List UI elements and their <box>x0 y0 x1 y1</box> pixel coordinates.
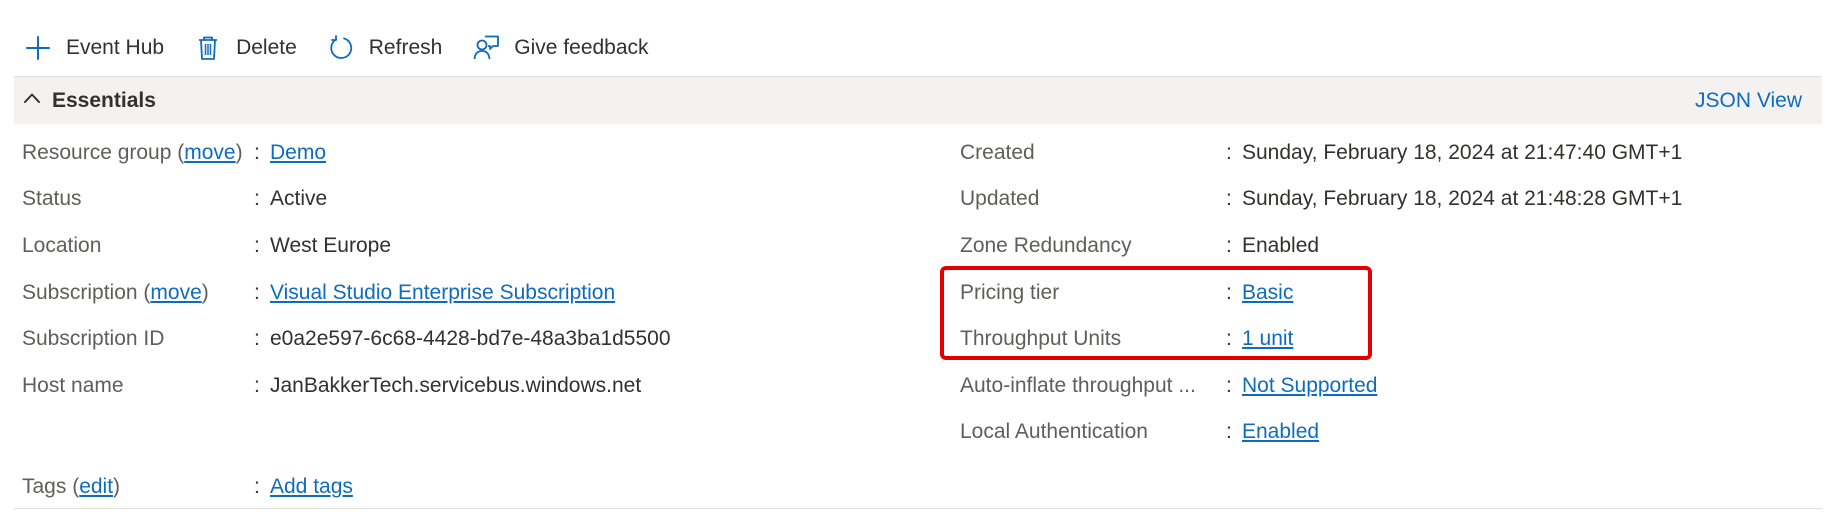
essentials-header: Essentials JSON View <box>14 76 1822 124</box>
colon: : <box>1226 281 1232 304</box>
colon: : <box>1226 141 1232 164</box>
colon: : <box>254 234 260 257</box>
local-authentication-label: Local Authentication <box>960 420 1148 443</box>
delete-button[interactable]: Delete <box>194 34 297 62</box>
give-feedback-button[interactable]: Give feedback <box>472 34 649 62</box>
refresh-button[interactable]: Refresh <box>327 34 443 62</box>
command-bar: Event Hub Delete Refresh Give feedback <box>24 28 649 68</box>
colon: : <box>254 141 260 164</box>
subscription-id-label: Subscription ID <box>22 327 165 350</box>
tags-edit-link[interactable]: edit <box>79 475 113 498</box>
refresh-label: Refresh <box>368 36 443 59</box>
colon: : <box>254 281 260 304</box>
host-name-value: JanBakkerTech.servicebus.windows.net <box>270 374 642 397</box>
status-value: Active <box>270 187 328 210</box>
add-tags-link[interactable]: Add tags <box>270 472 353 502</box>
pricing-tier-link[interactable]: Basic <box>1242 278 1293 308</box>
feedback-icon <box>472 34 500 62</box>
colon: : <box>1226 187 1232 210</box>
tags-label: Tags (edit) <box>22 475 121 498</box>
essentials-toggle[interactable]: Essentials <box>22 88 156 113</box>
zone-redundancy-value: Enabled <box>1242 234 1320 257</box>
location-value: West Europe <box>270 234 392 257</box>
add-event-hub-label: Event Hub <box>66 36 165 59</box>
local-authentication-link[interactable]: Enabled <box>1242 417 1319 447</box>
colon: : <box>1226 234 1232 257</box>
chevron-up-icon <box>22 88 42 113</box>
divider <box>14 508 1822 509</box>
colon: : <box>254 475 260 498</box>
subscription-move-link[interactable]: move <box>150 281 201 304</box>
give-feedback-label: Give feedback <box>514 36 649 59</box>
trash-icon <box>194 34 222 62</box>
throughput-units-label: Throughput Units <box>960 327 1122 350</box>
json-view-link[interactable]: JSON View <box>1695 89 1802 113</box>
subscription-id-value: e0a2e597-6c68-4428-bd7e-48a3ba1d5500 <box>270 327 671 350</box>
event-hub-namespace-overview: Event Hub Delete Refresh Give feedback E… <box>0 0 1847 517</box>
subscription-label: Subscription (move) <box>22 281 209 304</box>
resource-group-value-link[interactable]: Demo <box>270 138 326 168</box>
delete-label: Delete <box>236 36 297 59</box>
colon: : <box>1226 327 1232 350</box>
colon: : <box>254 327 260 350</box>
host-name-label: Host name <box>22 374 124 397</box>
created-label: Created <box>960 141 1035 164</box>
colon: : <box>254 374 260 397</box>
resource-group-label: Resource group (move) <box>22 141 243 164</box>
auto-inflate-link[interactable]: Not Supported <box>1242 371 1377 401</box>
auto-inflate-label: Auto-inflate throughput ... <box>960 374 1196 397</box>
colon: : <box>1226 374 1232 397</box>
pricing-tier-label: Pricing tier <box>960 281 1060 304</box>
subscription-value-link[interactable]: Visual Studio Enterprise Subscription <box>270 278 615 308</box>
resource-group-move-link[interactable]: move <box>184 141 235 164</box>
refresh-icon <box>327 34 355 62</box>
colon: : <box>254 187 260 210</box>
created-value: Sunday, February 18, 2024 at 21:47:40 GM… <box>1242 141 1683 164</box>
updated-value: Sunday, February 18, 2024 at 21:48:28 GM… <box>1242 187 1683 210</box>
location-label: Location <box>22 234 102 257</box>
plus-icon <box>24 34 52 62</box>
essentials-title: Essentials <box>52 88 156 112</box>
colon: : <box>1226 420 1232 443</box>
throughput-units-link[interactable]: 1 unit <box>1242 324 1293 354</box>
status-label: Status <box>22 187 82 210</box>
zone-redundancy-label: Zone Redundancy <box>960 234 1132 257</box>
updated-label: Updated <box>960 187 1040 210</box>
add-event-hub-button[interactable]: Event Hub <box>24 34 164 62</box>
